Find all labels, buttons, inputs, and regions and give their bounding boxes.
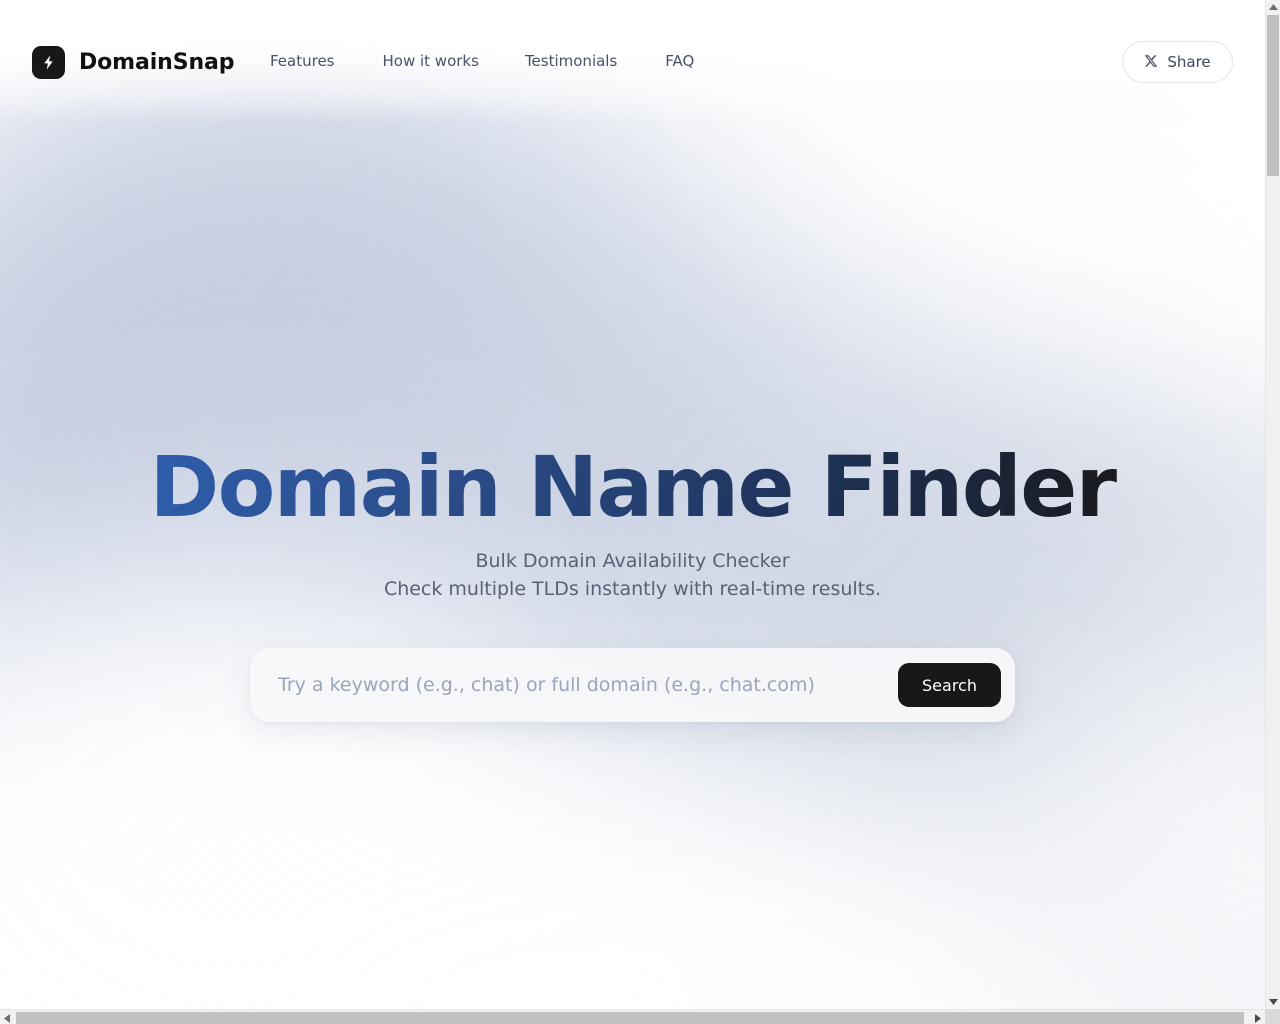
page-viewport: DomainSnap Features How it works Testimo…: [0, 0, 1265, 1009]
share-button[interactable]: Share: [1122, 41, 1233, 83]
scroll-down-button[interactable]: [1266, 995, 1280, 1009]
horizontal-scrollbar[interactable]: [0, 1009, 1265, 1024]
hero-section: Domain Name Finder Bulk Domain Availabil…: [0, 0, 1265, 1009]
scrollbar-corner: [1265, 1009, 1280, 1024]
page-title: Domain Name Finder: [0, 444, 1265, 530]
lightning-bolt-icon: [32, 46, 65, 79]
hero-subtitle: Bulk Domain Availability Checker Check m…: [0, 547, 1265, 603]
scroll-up-button[interactable]: [1266, 0, 1280, 14]
hero-subtitle-line-1: Bulk Domain Availability Checker: [475, 550, 790, 572]
nav-item-testimonials[interactable]: Testimonials: [525, 52, 617, 70]
vertical-scrollbar[interactable]: [1265, 0, 1280, 1009]
share-button-label: Share: [1167, 53, 1211, 71]
nav-item-features[interactable]: Features: [270, 52, 335, 70]
scroll-right-button[interactable]: [1251, 1011, 1265, 1024]
vertical-scrollbar-thumb[interactable]: [1267, 15, 1279, 176]
nav-item-faq[interactable]: FAQ: [665, 52, 694, 70]
brand-name: DomainSnap: [79, 50, 235, 75]
brand-logo[interactable]: DomainSnap: [32, 46, 235, 79]
scroll-left-button[interactable]: [0, 1011, 14, 1024]
search-input[interactable]: [278, 659, 886, 711]
nav-item-how-it-works[interactable]: How it works: [383, 52, 479, 70]
horizontal-scrollbar-thumb[interactable]: [16, 1012, 1244, 1024]
x-twitter-icon: [1144, 53, 1158, 72]
main-navigation: Features How it works Testimonials FAQ: [270, 52, 694, 70]
site-header: DomainSnap Features How it works Testimo…: [0, 0, 1265, 124]
search-bar: Search: [250, 648, 1015, 722]
hero-subtitle-line-2: Check multiple TLDs instantly with real-…: [383, 578, 882, 600]
search-button[interactable]: Search: [898, 663, 1001, 707]
